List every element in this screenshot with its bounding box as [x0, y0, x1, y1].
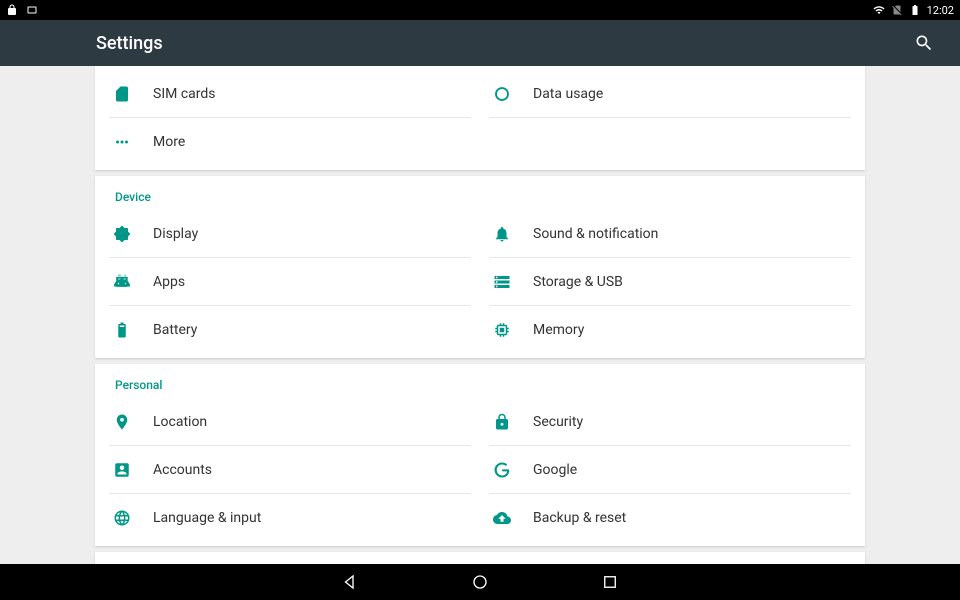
- row-label: Storage & USB: [533, 274, 623, 290]
- row-storage[interactable]: Storage & USB: [489, 258, 851, 306]
- row-sim-cards[interactable]: SIM cards: [109, 70, 471, 118]
- row-backup[interactable]: Backup & reset: [489, 494, 851, 542]
- location-icon: [113, 413, 153, 431]
- home-icon: [471, 573, 489, 591]
- card-device: Device Display Sound & notification: [95, 176, 865, 358]
- account-icon: [113, 461, 153, 479]
- google-icon: [493, 461, 533, 479]
- globe-icon: [113, 509, 153, 527]
- row-label: Security: [533, 414, 583, 430]
- more-icon: [113, 133, 153, 151]
- row-label: Google: [533, 462, 577, 478]
- sim-card-icon: [113, 85, 153, 103]
- no-sim-icon: [891, 4, 903, 16]
- status-bar: 12:02: [0, 0, 960, 20]
- row-language[interactable]: Language & input: [109, 494, 471, 542]
- row-label: SIM cards: [153, 86, 216, 102]
- recent-icon: [601, 573, 619, 591]
- row-memory[interactable]: Memory: [489, 306, 851, 354]
- nav-recent-button[interactable]: [600, 572, 620, 592]
- bell-icon: [493, 225, 533, 243]
- status-time: 12:02: [927, 4, 954, 17]
- row-battery[interactable]: Battery: [109, 306, 471, 354]
- storage-icon: [493, 273, 533, 291]
- row-data-usage[interactable]: Data usage: [489, 70, 851, 118]
- row-label: Memory: [533, 322, 584, 338]
- row-google[interactable]: Google: [489, 446, 851, 494]
- lock-icon: [6, 4, 18, 16]
- row-security[interactable]: Security: [489, 398, 851, 446]
- row-sound[interactable]: Sound & notification: [489, 210, 851, 258]
- row-label: Sound & notification: [533, 226, 658, 242]
- search-icon: [914, 33, 934, 53]
- row-location[interactable]: Location: [109, 398, 471, 446]
- battery-icon: [909, 4, 921, 16]
- row-label: More: [153, 134, 185, 150]
- row-more[interactable]: More: [109, 118, 471, 166]
- row-label: Language & input: [153, 510, 261, 526]
- row-label: Display: [153, 226, 198, 242]
- battery-icon: [113, 321, 153, 339]
- row-apps[interactable]: Apps: [109, 258, 471, 306]
- display-icon: [113, 225, 153, 243]
- row-label: Backup & reset: [533, 510, 626, 526]
- app-bar: Settings: [0, 20, 960, 66]
- apps-icon: [113, 273, 153, 291]
- lock-icon: [493, 413, 533, 431]
- row-label: Data usage: [533, 86, 603, 102]
- navigation-bar: [0, 564, 960, 600]
- row-label: Location: [153, 414, 207, 430]
- nav-home-button[interactable]: [470, 572, 490, 592]
- card-wireless: SIM cards Data usage More: [95, 66, 865, 170]
- back-icon: [341, 573, 359, 591]
- wifi-icon: [873, 4, 885, 16]
- screenshot-icon: [26, 4, 38, 16]
- card-system: System: [95, 552, 865, 564]
- row-display[interactable]: Display: [109, 210, 471, 258]
- section-header-device: Device: [95, 176, 865, 210]
- card-personal: Personal Location Security: [95, 364, 865, 546]
- nav-back-button[interactable]: [340, 572, 360, 592]
- memory-icon: [493, 321, 533, 339]
- settings-content: SIM cards Data usage More Device: [0, 66, 960, 564]
- backup-icon: [493, 509, 533, 527]
- row-label: Apps: [153, 274, 185, 290]
- row-accounts[interactable]: Accounts: [109, 446, 471, 494]
- row-label: Battery: [153, 322, 197, 338]
- page-title: Settings: [96, 33, 163, 54]
- section-header-personal: Personal: [95, 364, 865, 398]
- search-button[interactable]: [912, 31, 936, 55]
- section-header-system: System: [95, 552, 865, 564]
- data-usage-icon: [493, 85, 533, 103]
- row-label: Accounts: [153, 462, 212, 478]
